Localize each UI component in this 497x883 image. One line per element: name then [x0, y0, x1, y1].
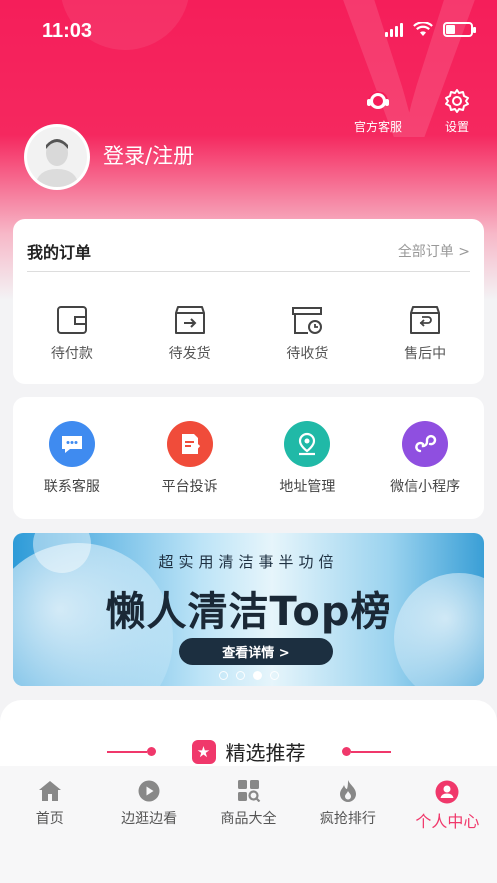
tab-label: 个人中心 — [415, 812, 480, 831]
battery-icon — [443, 22, 476, 37]
carousel-dot[interactable] — [269, 671, 279, 680]
order-after-sales[interactable]: 售后中 — [366, 305, 484, 363]
login-register-link[interactable]: 登录/注册 — [103, 140, 194, 170]
default-avatar-icon — [27, 127, 87, 187]
bottom-tab-bar: 首页 边逛边看 商品大全 疯抢排行 个人中心 — [0, 766, 497, 883]
status-icons — [385, 22, 476, 37]
star-icon: ★ — [191, 739, 216, 764]
service-label: 地址管理 — [279, 479, 336, 495]
carousel-dot-active[interactable] — [252, 671, 262, 680]
order-pending-shipment[interactable]: 待发货 — [131, 305, 249, 363]
wechat-mini-program[interactable]: 微信小程序 — [366, 421, 484, 496]
mini-program-icon — [402, 421, 449, 467]
tab-label: 首页 — [35, 811, 64, 827]
flame-icon — [339, 780, 356, 802]
divider — [27, 271, 470, 272]
customer-service-label: 官方客服 — [354, 120, 403, 134]
decorative-dot — [146, 747, 156, 756]
box-send-icon — [174, 306, 205, 334]
address-management[interactable]: 地址管理 — [249, 421, 367, 496]
avatar[interactable] — [24, 124, 90, 190]
service-label: 平台投诉 — [161, 479, 218, 495]
grid-search-icon — [237, 780, 260, 802]
tab-ranking[interactable]: 疯抢排行 — [298, 766, 397, 883]
box-clock-icon — [292, 307, 323, 334]
wallet-icon — [56, 306, 87, 334]
box-return-icon — [410, 306, 441, 334]
tab-all-products[interactable]: 商品大全 — [199, 766, 298, 883]
carousel-dot[interactable] — [235, 671, 245, 680]
person-icon — [435, 780, 459, 804]
headset-icon — [367, 91, 389, 109]
order-pending-payment[interactable]: 待付款 — [13, 305, 131, 363]
promo-banner[interactable]: 超实用清洁事半功倍 懒人清洁Top榜 查看详情 > — [13, 533, 484, 686]
order-label: 待收货 — [286, 346, 329, 362]
status-time: 11:03 — [42, 20, 93, 42]
tab-label: 边逛边看 — [121, 811, 178, 827]
location-icon — [284, 421, 331, 467]
order-label: 售后中 — [404, 346, 447, 362]
order-label: 待付款 — [50, 346, 93, 362]
carousel-indicator — [13, 671, 484, 680]
service-label: 联系客服 — [43, 479, 100, 495]
home-icon — [38, 781, 61, 801]
order-label: 待发货 — [168, 346, 211, 362]
tab-label: 疯抢排行 — [319, 811, 376, 827]
orders-title: 我的订单 — [27, 243, 92, 262]
gear-icon — [445, 89, 469, 113]
customer-service-button[interactable]: 官方客服 — [354, 88, 402, 135]
platform-complaint[interactable]: 平台投诉 — [131, 421, 249, 496]
all-orders-link[interactable]: 全部订单 > — [398, 241, 470, 261]
orders-card: 我的订单 全部订单 > 待付款 待发货 待收货 售后中 — [13, 219, 484, 384]
tab-browse[interactable]: 边逛边看 — [99, 766, 198, 883]
service-label: 微信小程序 — [390, 479, 461, 495]
play-icon — [138, 780, 160, 802]
banner-title: 懒人清洁Top榜 — [105, 589, 392, 635]
status-bar: 11:03 — [0, 0, 497, 60]
settings-label: 设置 — [444, 120, 469, 134]
tab-home[interactable]: 首页 — [0, 766, 99, 883]
signal-icon — [385, 22, 403, 37]
decorative-line — [350, 750, 391, 753]
carousel-dot[interactable] — [218, 671, 228, 680]
complaint-icon — [166, 421, 213, 467]
recommend-title: 精选推荐 — [225, 741, 306, 765]
decorative-dot — [341, 747, 351, 756]
order-pending-receipt[interactable]: 待收货 — [249, 305, 367, 363]
tab-label: 商品大全 — [220, 811, 277, 827]
services-card: 联系客服 平台投诉 地址管理 微信小程序 — [13, 397, 484, 519]
decorative-line — [106, 750, 147, 753]
banner-subtitle: 超实用清洁事半功倍 — [158, 553, 339, 571]
wifi-icon — [413, 22, 433, 36]
view-details-button[interactable]: 查看详情 > — [179, 638, 333, 665]
chat-icon — [48, 421, 95, 467]
settings-button[interactable]: 设置 — [444, 88, 470, 135]
tab-profile[interactable]: 个人中心 — [398, 766, 497, 883]
contact-service[interactable]: 联系客服 — [13, 421, 131, 496]
